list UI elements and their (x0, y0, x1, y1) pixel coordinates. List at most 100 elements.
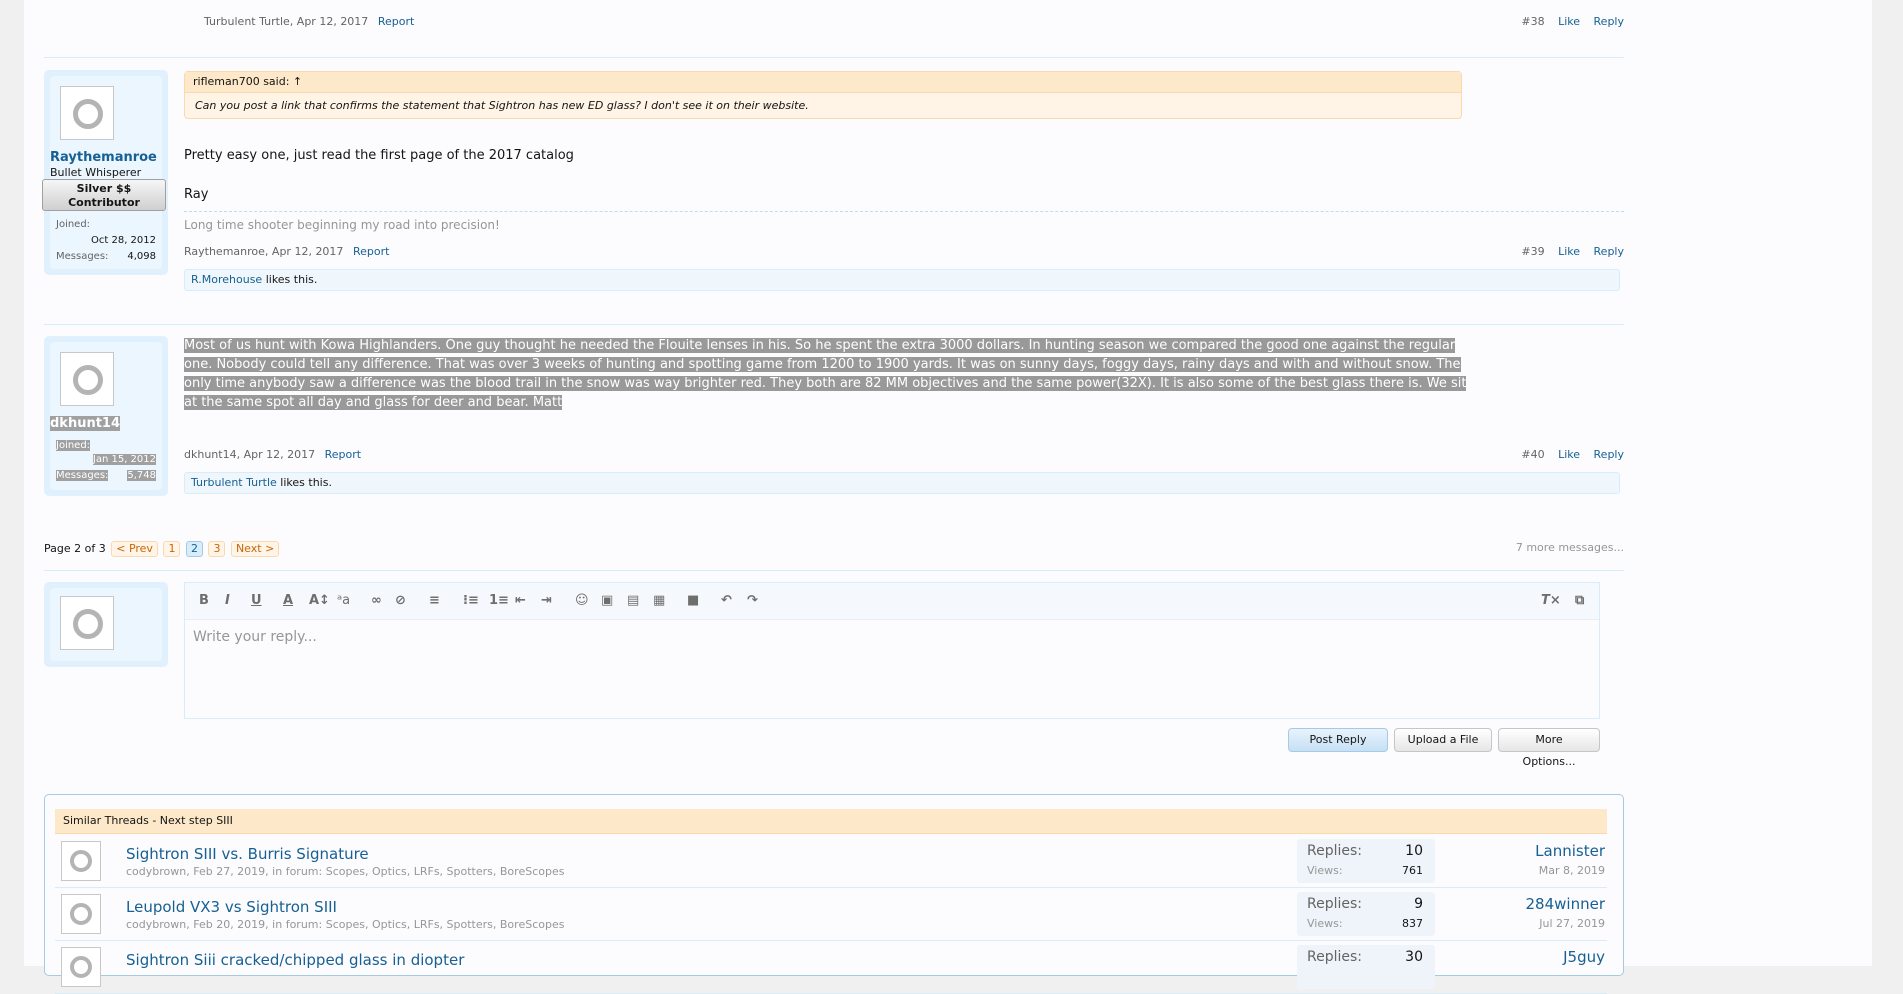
post-date[interactable]: Apr 12, 2017 (272, 245, 344, 258)
report-link[interactable]: Report (325, 448, 361, 461)
numbered-list-icon[interactable]: 1≡ (489, 593, 509, 608)
messages-value[interactable]: 5,748 (127, 470, 156, 481)
post-reply-button[interactable]: Post Reply (1288, 728, 1388, 752)
avatar-placeholder-icon (70, 850, 92, 872)
quote-icon[interactable]: ▦ (653, 593, 665, 608)
message-body: Most of us hunt with Kowa Highlanders. O… (184, 336, 1584, 412)
post-number[interactable]: #38 (1521, 15, 1544, 28)
like-link[interactable]: Like (1558, 448, 1580, 461)
indent-icon[interactable]: ⇥ (541, 593, 552, 608)
messages-label: Messages: (56, 251, 109, 262)
username[interactable]: dkhunt14 (50, 416, 121, 431)
font-family-icon[interactable]: ᵃa (337, 593, 350, 608)
last-post-date[interactable]: Jul 27, 2019 (1526, 917, 1605, 930)
joined-label: Joined: (56, 219, 91, 230)
joined-label-text: Joined: (56, 440, 91, 451)
last-post-user[interactable]: J5guy (1563, 948, 1605, 966)
redo-icon[interactable]: ↷ (747, 593, 758, 608)
avatar[interactable] (60, 596, 114, 650)
report-link[interactable]: Report (353, 245, 389, 258)
link-icon[interactable]: ∞ (371, 593, 382, 608)
page-link-2[interactable]: 2 (185, 541, 203, 557)
post-meta: Raythemanroe, Apr 12, 2017 Report (184, 245, 390, 258)
thread-row: Leupold VX3 vs Sightron SIII codybrown, … (55, 888, 1607, 941)
reply-link[interactable]: Reply (1594, 15, 1624, 28)
likes-user-link[interactable]: R.Morehouse (191, 273, 262, 286)
page-link-1[interactable]: 1 (163, 541, 181, 557)
post-number[interactable]: #39 (1521, 245, 1544, 258)
toggle-bbcode-icon[interactable]: ⧉ (1575, 593, 1584, 608)
thread-stats: Replies: 10 Views: 761 (1297, 839, 1435, 883)
avatar-placeholder-icon (73, 365, 103, 395)
remove-format-icon[interactable]: T× (1541, 593, 1561, 608)
username-text: dkhunt14 (50, 416, 121, 431)
font-size-icon[interactable]: A↕ (309, 593, 330, 608)
likes-user-link[interactable]: Turbulent Turtle (191, 476, 277, 489)
reply-link[interactable]: Reply (1594, 245, 1624, 258)
page-link-3[interactable]: 3 (208, 541, 226, 557)
bold-icon[interactable]: B (199, 593, 209, 608)
like-link[interactable]: Like (1558, 245, 1580, 258)
joined-label: Joined: (56, 440, 91, 451)
unlink-icon[interactable]: ⊘ (395, 593, 406, 608)
user-block: Raythemanroe Bullet Whisperer Silver $$ … (42, 70, 168, 275)
post-author[interactable]: dkhunt14 (184, 448, 237, 461)
more-messages-link[interactable]: 7 more messages... (1516, 541, 1624, 554)
more-options-button[interactable]: More Options... (1498, 728, 1600, 768)
avatar[interactable] (61, 894, 101, 934)
thread-row: Sightron Siii cracked/chipped glass in d… (55, 941, 1607, 994)
views-value: 761 (1402, 864, 1423, 877)
next-page-button[interactable]: Next > (230, 541, 280, 557)
message-line: Pretty easy one, just read the first pag… (184, 148, 574, 163)
report-link[interactable]: Report (378, 15, 414, 28)
underline-icon[interactable]: U (251, 593, 262, 608)
align-icon[interactable]: ≡ (429, 593, 440, 608)
post-meta: dkhunt14, Apr 12, 2017 Report (184, 448, 362, 461)
media-icon[interactable]: ▤ (627, 593, 639, 608)
post-date[interactable]: Apr 12, 2017 (244, 448, 316, 461)
like-link[interactable]: Like (1558, 15, 1580, 28)
reply-input[interactable]: Write your reply... (193, 629, 317, 645)
undo-icon[interactable]: ↶ (721, 593, 732, 608)
avatar[interactable] (61, 841, 101, 881)
bullet-list-icon[interactable]: ⁝≡ (463, 593, 479, 608)
smilie-icon[interactable]: ☺ (575, 593, 589, 608)
joined-value-text: Jan 15, 2012 (92, 454, 156, 465)
avatar[interactable] (60, 86, 114, 140)
post-date[interactable]: Apr 12, 2017 (297, 15, 369, 28)
prev-page-button[interactable]: < Prev (111, 541, 158, 557)
post-divider (44, 324, 1624, 325)
save-draft-icon[interactable]: ■ (687, 593, 699, 608)
font-color-icon[interactable]: A (283, 593, 293, 608)
post-number[interactable]: #40 (1521, 448, 1544, 461)
image-icon[interactable]: ▣ (601, 593, 613, 608)
post-controls: #38 Like Reply (1511, 15, 1624, 28)
messages-value[interactable]: 4,098 (127, 251, 156, 262)
last-post-user[interactable]: 284winner (1526, 895, 1605, 913)
username[interactable]: Raythemanroe (50, 150, 157, 165)
thread-title[interactable]: Sightron SIII vs. Burris Signature (126, 845, 369, 863)
likes-summary: R.Morehouse likes this. (184, 269, 1620, 291)
views-label: Views: (1307, 864, 1343, 877)
messages-label-text: Messages: (56, 470, 109, 481)
upload-file-button[interactable]: Upload a File (1394, 728, 1492, 752)
post-author[interactable]: Turbulent Turtle (204, 15, 290, 28)
last-post: 284winner Jul 27, 2019 (1526, 895, 1605, 930)
last-post-date[interactable]: Mar 8, 2019 (1535, 864, 1605, 877)
quote-author[interactable]: rifleman700 said: ↑ (185, 72, 1461, 93)
last-post: J5guy (1563, 948, 1605, 966)
avatar[interactable] (60, 352, 114, 406)
replies-value: 30 (1405, 949, 1423, 965)
reply-link[interactable]: Reply (1594, 448, 1624, 461)
views-value: 837 (1402, 917, 1423, 930)
thread-title[interactable]: Leupold VX3 vs Sightron SIII (126, 898, 337, 916)
quote-block: rifleman700 said: ↑ Can you post a link … (184, 71, 1462, 119)
avatar[interactable] (61, 947, 101, 987)
thread-title[interactable]: Sightron Siii cracked/chipped glass in d… (126, 951, 464, 969)
thread-stats: Replies: 30 (1297, 945, 1435, 989)
outdent-icon[interactable]: ⇤ (515, 593, 526, 608)
signature-divider (184, 211, 1624, 212)
last-post-user[interactable]: Lannister (1535, 842, 1605, 860)
post-author[interactable]: Raythemanroe (184, 245, 265, 258)
italic-icon[interactable]: I (225, 593, 230, 608)
